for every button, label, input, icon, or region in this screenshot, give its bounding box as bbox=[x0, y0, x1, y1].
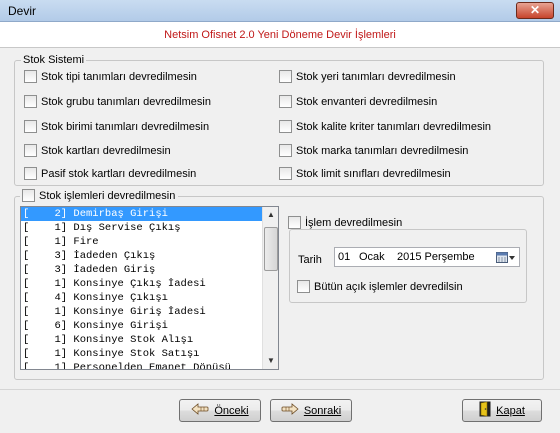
checkbox-box[interactable] bbox=[279, 167, 292, 180]
checkbox-box[interactable] bbox=[24, 95, 37, 108]
checkbox-box[interactable] bbox=[24, 70, 37, 83]
hand-right-icon bbox=[281, 403, 299, 418]
hand-left-icon bbox=[191, 403, 209, 418]
list-item[interactable]: [ 2] Demirbaş Girişi bbox=[21, 207, 263, 221]
checkbox-label: Stok kalite kriter tanımları devredilmes… bbox=[296, 120, 492, 133]
list-item[interactable]: [ 1] Konsinye Giriş İadesi bbox=[21, 305, 263, 319]
checkbox-box[interactable] bbox=[24, 167, 37, 180]
onceki-label: Önceki bbox=[214, 404, 249, 417]
checkbox-box[interactable] bbox=[288, 216, 301, 229]
chk-stok-limit[interactable]: Stok limit sınıfları devredilmesin bbox=[279, 167, 451, 180]
sonraki-label: Sonraki bbox=[303, 404, 342, 417]
list-item[interactable]: [ 1] Konsinye Stok Alışı bbox=[21, 333, 263, 347]
list-item[interactable]: [ 1] Konsinye Stok Satışı bbox=[21, 347, 263, 361]
calendar-dropdown-icon[interactable] bbox=[496, 251, 516, 265]
checkbox-label: Stok birimi tanımları devredilmesin bbox=[41, 120, 210, 133]
chk-stok-tipi[interactable]: Stok tipi tanımları devredilmesin bbox=[24, 70, 197, 83]
kapat-button[interactable]: Kapat bbox=[462, 399, 542, 422]
scroll-up-icon[interactable]: ▲ bbox=[263, 207, 278, 223]
window-title: Devir bbox=[8, 4, 37, 18]
checkbox-box[interactable] bbox=[279, 144, 292, 157]
scroll-thumb[interactable] bbox=[264, 227, 278, 271]
checkbox-label: Stok limit sınıfları devredilmesin bbox=[296, 167, 451, 180]
checkbox-label: Stok tipi tanımları devredilmesin bbox=[41, 70, 197, 83]
checkbox-label: İşlem devredilmesin bbox=[305, 216, 403, 229]
bottom-separator bbox=[0, 389, 560, 390]
chk-stok-envanteri[interactable]: Stok envanteri devredilmesin bbox=[279, 95, 437, 108]
header-strip: Netsim Ofisnet 2.0 Yeni Döneme Devir İşl… bbox=[0, 22, 560, 48]
chk-stok-birimi[interactable]: Stok birimi tanımları devredilmesin bbox=[24, 120, 209, 133]
list-item[interactable]: [ 1] Dış Servise Çıkış bbox=[21, 221, 263, 235]
stok-islemleri-listbox[interactable]: [ 2] Demirbaş Girişi[ 1] Dış Servise Çık… bbox=[20, 206, 279, 370]
checkbox-box[interactable] bbox=[24, 144, 37, 157]
tarih-label: Tarih bbox=[298, 254, 322, 266]
chk-islem-devredilmesin[interactable]: İşlem devredilmesin bbox=[288, 216, 406, 229]
date-month[interactable]: Ocak bbox=[359, 251, 385, 263]
chk-stok-kalite[interactable]: Stok kalite kriter tanımları devredilmes… bbox=[279, 120, 491, 133]
list-item[interactable]: [ 1] Personelden Emanet Dönüşü bbox=[21, 361, 263, 369]
chk-butun-acik-islemler[interactable]: Bütün açık işlemler devredilsin bbox=[297, 280, 463, 293]
exit-door-icon bbox=[479, 401, 491, 420]
chk-stok-kartlari[interactable]: Stok kartları devredilmesin bbox=[24, 144, 171, 157]
date-day[interactable]: 01 bbox=[338, 251, 350, 263]
devir-window: Devir ✕ Netsim Ofisnet 2.0 Yeni Döneme D… bbox=[0, 0, 560, 433]
date-year-weekday[interactable]: 2015 Perşembe bbox=[397, 251, 475, 263]
sonraki-button[interactable]: Sonraki bbox=[270, 399, 352, 422]
checkbox-box[interactable] bbox=[297, 280, 310, 293]
list-items-container: [ 2] Demirbaş Girişi[ 1] Dış Servise Çık… bbox=[21, 207, 263, 369]
chk-stok-yeri[interactable]: Stok yeri tanımları devredilmesin bbox=[279, 70, 456, 83]
checkbox-label: Stok işlemleri devredilmesin bbox=[39, 189, 176, 202]
chk-stok-grubu[interactable]: Stok grubu tanımları devredilmesin bbox=[24, 95, 211, 108]
checkbox-box[interactable] bbox=[22, 189, 35, 202]
onceki-button[interactable]: Önceki bbox=[179, 399, 261, 422]
checkbox-box[interactable] bbox=[24, 120, 37, 133]
title-bar[interactable]: Devir ✕ bbox=[0, 0, 560, 22]
tarih-date-picker[interactable]: 01 Ocak 2015 Perşembe bbox=[334, 247, 520, 267]
list-item[interactable]: [ 3] İadeden Giriş bbox=[21, 263, 263, 277]
stok-sistemi-label: Stok Sistemi bbox=[21, 54, 87, 66]
list-scrollbar[interactable]: ▲ ▼ bbox=[262, 207, 278, 369]
kapat-label: Kapat bbox=[496, 404, 525, 417]
close-window-button[interactable]: ✕ bbox=[516, 2, 554, 19]
checkbox-label: Pasif stok kartları devredilmesin bbox=[41, 167, 197, 180]
list-item[interactable]: [ 1] Konsinye Çıkış İadesi bbox=[21, 277, 263, 291]
checkbox-box[interactable] bbox=[279, 95, 292, 108]
checkbox-box[interactable] bbox=[279, 70, 292, 83]
chk-pasif-stok-kartlari[interactable]: Pasif stok kartları devredilmesin bbox=[24, 167, 196, 180]
list-item[interactable]: [ 6] Konsinye Girişi bbox=[21, 319, 263, 333]
checkbox-label: Stok envanteri devredilmesin bbox=[296, 95, 438, 108]
checkbox-box[interactable] bbox=[279, 120, 292, 133]
checkbox-label: Bütün açık işlemler devredilsin bbox=[314, 280, 463, 293]
list-item[interactable]: [ 4] Konsinye Çıkışı bbox=[21, 291, 263, 305]
list-item[interactable]: [ 1] Fire bbox=[21, 235, 263, 249]
chk-stok-islemleri[interactable]: Stok işlemleri devredilmesin bbox=[20, 189, 179, 202]
scroll-down-icon[interactable]: ▼ bbox=[263, 353, 278, 369]
checkbox-label: Stok grubu tanımları devredilmesin bbox=[41, 95, 211, 108]
checkbox-label: Stok kartları devredilmesin bbox=[41, 144, 171, 157]
header-text: Netsim Ofisnet 2.0 Yeni Döneme Devir İşl… bbox=[164, 29, 396, 41]
checkbox-label: Stok yeri tanımları devredilmesin bbox=[296, 70, 456, 83]
list-item[interactable]: [ 3] İadeden Çıkış bbox=[21, 249, 263, 263]
checkbox-label: Stok marka tanımları devredilmesin bbox=[296, 144, 469, 157]
chk-stok-marka[interactable]: Stok marka tanımları devredilmesin bbox=[279, 144, 468, 157]
